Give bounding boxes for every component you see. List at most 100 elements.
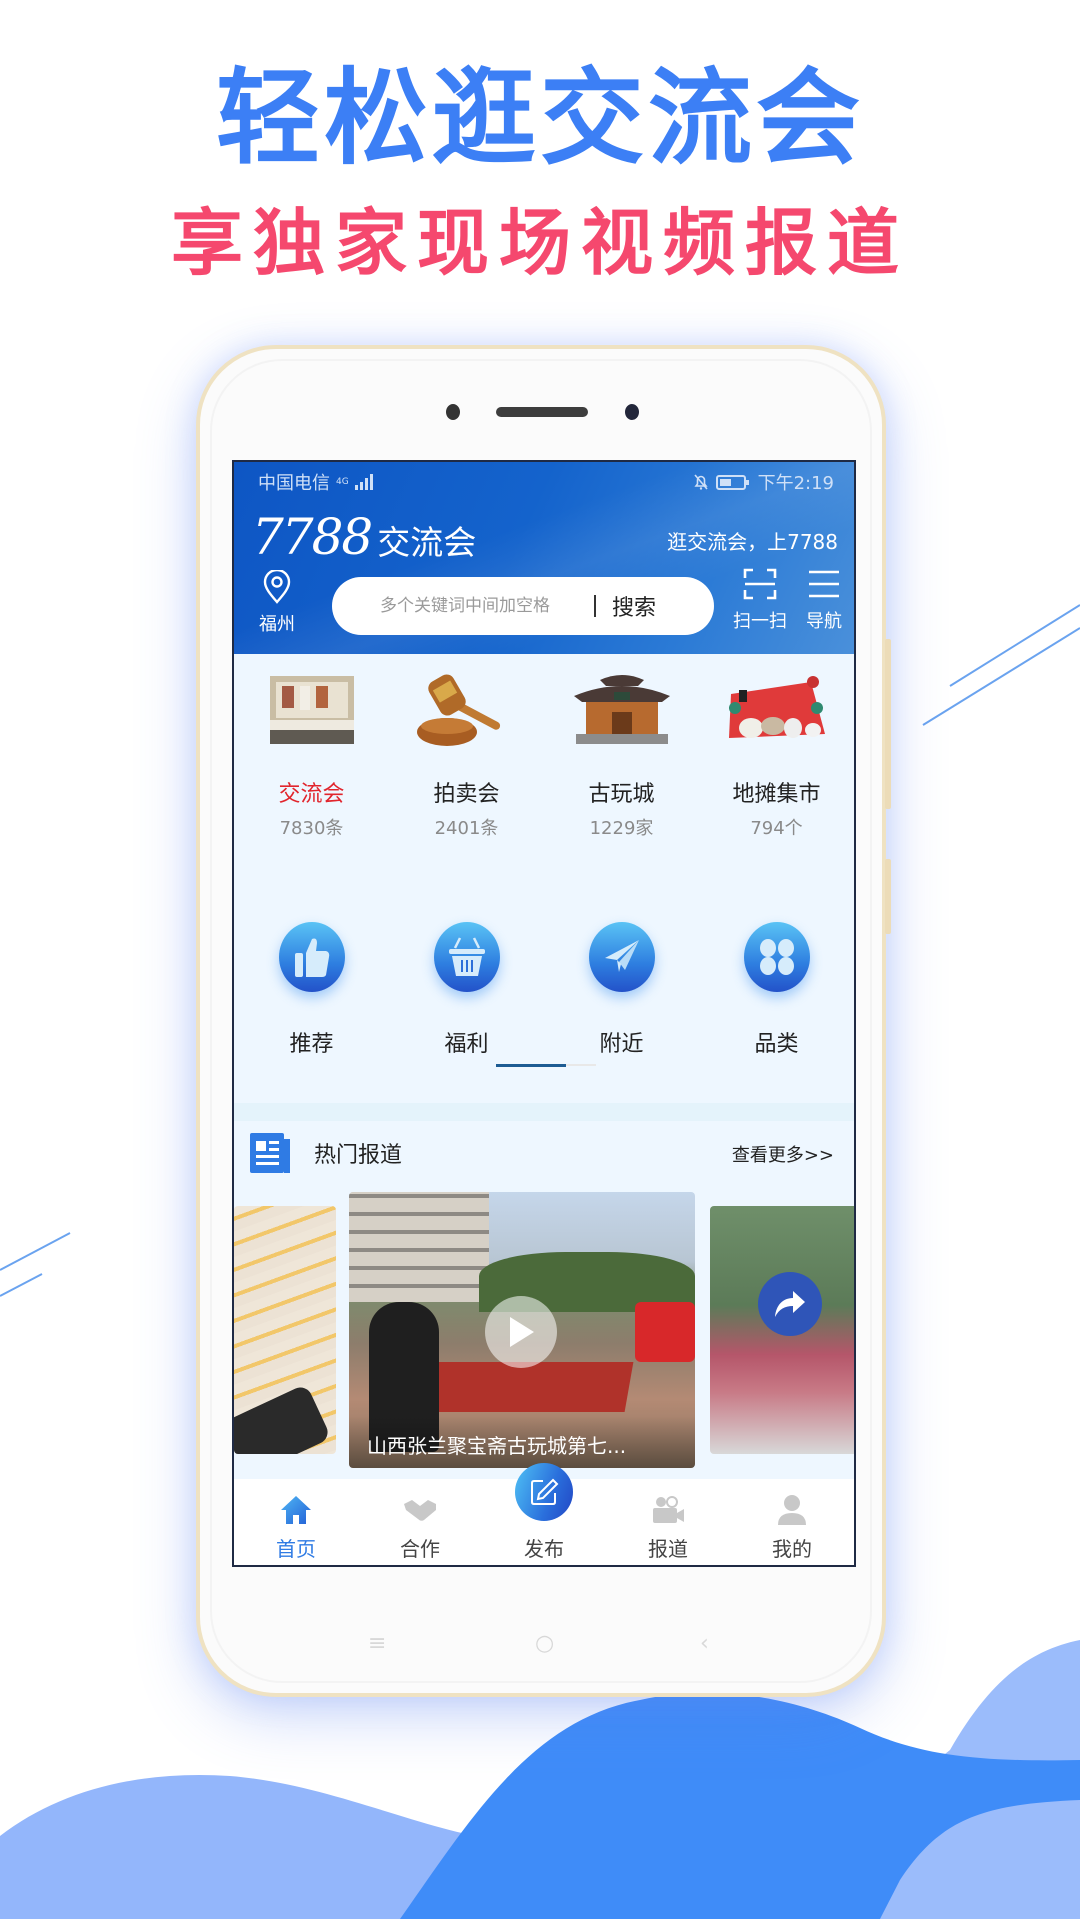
quick-link-category[interactable]: 品类 [699,922,854,1058]
category-grid: 交流会 7830条 拍卖会 2401条 古玩城 1229家 地摊集市 794个 [234,670,854,840]
battery-icon [715,474,749,490]
video-thumbnail-detail [635,1302,695,1362]
wave-light-left [0,1774,500,1919]
category-name: 交流会 [278,782,345,807]
search-button[interactable]: 搜索 [612,590,656,622]
paper-plane-icon [588,922,655,992]
back-key-icon[interactable]: ‹ [700,1631,709,1656]
tab-reports[interactable]: 报道 [606,1479,730,1565]
view-more-link[interactable]: 查看更多>> [732,1141,834,1167]
front-camera [625,404,639,420]
play-icon [510,1317,534,1347]
share-button[interactable] [758,1272,822,1336]
promo-headline: 轻松逛交流会 [215,57,864,179]
location-selector[interactable]: 福州 [256,568,298,636]
hot-reports-header: 热门报道 查看更多>> [234,1127,854,1177]
gavel-icon [412,670,522,750]
proximity-sensor [446,404,460,420]
phone-mockup: 中国电信 4G 下午2:19 7788 交流会 逛交流会，上7788 福州 多个… [196,345,891,1697]
exhibition-icon [257,670,367,750]
logo-number: 7788 [252,508,373,566]
video-thumbnail [234,1383,332,1454]
category-count: 2401条 [434,818,499,839]
tab-label: 合作 [400,1537,440,1561]
tab-label: 报道 [648,1537,688,1561]
video-carousel: 山西张兰聚宝斋古玩城第七... [234,1192,854,1472]
promo-subheadline: 享独家现场视频报道 [170,201,909,285]
pager-indicator-inactive [566,1064,596,1066]
quick-link-label: 品类 [754,1032,799,1057]
market-stall-icon [722,670,832,750]
category-name: 拍卖会 [433,782,500,807]
user-icon [778,1495,806,1525]
quick-link-recommend[interactable]: 推荐 [234,922,389,1058]
category-auction[interactable]: 拍卖会 2401条 [389,670,544,840]
grid-icon [743,922,810,992]
video-card-featured[interactable]: 山西张兰聚宝斋古玩城第七... [349,1192,695,1468]
quick-link-welfare[interactable]: 福利 [389,922,544,1058]
video-thumbnail [349,1192,489,1302]
quick-link-label: 福利 [444,1032,489,1057]
quick-links-pager [496,1064,596,1067]
hot-reports-title: 热门报道 [314,1143,403,1168]
signal-icon [354,474,373,490]
category-count: 1229家 [589,818,654,839]
category-exchange-fair[interactable]: 交流会 7830条 [234,670,389,840]
tab-label: 发布 [524,1537,564,1561]
location-pin-icon [263,568,291,604]
search-bar: 搜索 [332,577,714,635]
tab-home[interactable]: 首页 [234,1479,358,1565]
app-logo: 7788 交流会 [252,508,476,566]
deco-line [922,627,1080,726]
location-label: 福州 [259,614,295,635]
home-key-icon[interactable]: ○ [535,1631,554,1656]
edit-icon [531,1478,559,1505]
category-name: 古玩城 [588,782,655,807]
scan-button[interactable]: 扫一扫 [730,567,790,633]
quick-links: 推荐 福利 附近 品类 [234,922,854,1058]
nav-label: 导航 [806,611,842,632]
carrier-name: 中国电信 [258,473,330,494]
wave-light-right [830,1640,1080,1919]
quick-link-nearby[interactable]: 附近 [544,922,699,1058]
category-name: 地摊集市 [732,782,821,807]
power-button [885,859,891,934]
play-button[interactable] [485,1296,557,1368]
handshake-icon [404,1500,436,1521]
quick-link-label: 附近 [599,1032,644,1057]
basket-icon [433,922,500,992]
status-bar: 中国电信 4G 下午2:19 [258,470,834,494]
newspaper-icon [250,1133,290,1173]
scan-icon [743,568,777,600]
tab-cooperation[interactable]: 合作 [358,1479,482,1565]
logo-text: 交流会 [377,523,477,562]
nav-menu-button[interactable]: 导航 [794,567,854,633]
app-screen: 中国电信 4G 下午2:19 7788 交流会 逛交流会，上7788 福州 多个… [232,460,856,1567]
deco-line [0,1273,43,1297]
section-divider [234,1103,854,1121]
publish-button[interactable] [515,1463,573,1521]
app-header: 中国电信 4G 下午2:19 7788 交流会 逛交流会，上7788 福州 多个… [234,462,854,654]
category-count: 794个 [750,818,803,839]
deco-line [949,604,1080,687]
share-arrow-icon [775,1291,805,1317]
tab-label: 首页 [276,1537,316,1561]
wave-dark [400,1692,1080,1919]
network-type: 4G [336,477,349,487]
pavilion-icon [567,670,677,750]
search-divider [594,595,596,617]
menu-key-icon[interactable]: ≡ [368,1631,386,1656]
video-card[interactable] [710,1206,854,1454]
scan-label: 扫一扫 [733,611,787,632]
tab-publish[interactable]: 发布 [482,1463,606,1565]
bottom-tab-bar: 首页 合作 发布 报道 我的 [234,1463,854,1565]
hamburger-menu-icon [809,570,839,598]
category-count: 7830条 [279,818,344,839]
search-input[interactable] [380,596,590,616]
category-antique-city[interactable]: 古玩城 1229家 [544,670,699,840]
home-icon [281,1496,311,1524]
category-flea-market[interactable]: 地摊集市 794个 [699,670,854,840]
volume-button [885,639,891,809]
tab-mine[interactable]: 我的 [730,1479,854,1565]
video-card[interactable] [234,1206,336,1454]
